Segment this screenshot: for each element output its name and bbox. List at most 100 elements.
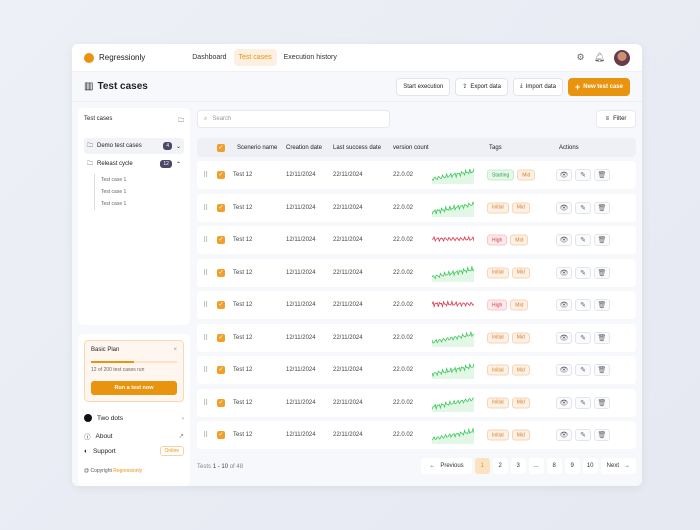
table-row[interactable]: ⠿ ✓ Test 12 12/11/2024 22/11/2024 22.0.0…	[197, 291, 636, 319]
delete-icon[interactable]: 🗑︎	[594, 169, 610, 181]
row-checkbox[interactable]: ✓	[217, 398, 225, 407]
drag-handle-icon[interactable]: ⠿	[203, 431, 208, 439]
start-execution-button[interactable]: Start execution	[396, 77, 451, 96]
delete-icon[interactable]: 🗑︎	[594, 396, 610, 409]
row-checkbox[interactable]: ✓	[217, 203, 225, 212]
chevron-down-icon[interactable]: ⌄	[176, 143, 181, 150]
nav-execution-history[interactable]: Execution history	[279, 49, 342, 66]
row-checkbox[interactable]: ✓	[217, 366, 225, 374]
nav-test-cases[interactable]: Test cases	[233, 49, 277, 66]
add-folder-icon[interactable]: 🗀	[178, 116, 184, 126]
tree-item[interactable]: Test case 1	[101, 198, 184, 210]
drag-handle-icon[interactable]: ⠿	[203, 204, 208, 212]
edit-icon[interactable]: ✎	[575, 429, 591, 441]
edit-icon[interactable]: ✎	[575, 299, 591, 311]
edit-icon[interactable]: ✎	[575, 396, 591, 409]
tree-item[interactable]: Test case 1	[101, 186, 184, 198]
scenario-name[interactable]: Test 12	[233, 172, 252, 178]
row-checkbox[interactable]: ✓	[217, 431, 225, 439]
row-checkbox[interactable]: ✓	[217, 171, 225, 179]
column-header[interactable]: Last success date	[333, 145, 381, 151]
table-row[interactable]: ⠿ ✓ Test 12 12/11/2024 22/11/2024 22.0.0…	[197, 421, 636, 449]
delete-icon[interactable]: 🗑︎	[594, 299, 610, 311]
row-checkbox[interactable]: ✓	[217, 268, 225, 277]
edit-icon[interactable]: ✎	[575, 169, 591, 181]
export-data-button[interactable]: ⇪ Export data	[455, 77, 509, 96]
drag-handle-icon[interactable]: ⠿	[203, 334, 208, 342]
view-icon[interactable]: 👁︎	[556, 169, 572, 181]
delete-icon[interactable]: 🗑︎	[594, 201, 610, 214]
drag-handle-icon[interactable]: ⠿	[203, 269, 208, 277]
next-page-button[interactable]: Next →	[600, 458, 636, 474]
edit-icon[interactable]: ✎	[575, 331, 591, 344]
filter-button[interactable]: ≡ Filter	[596, 110, 636, 128]
row-checkbox[interactable]: ✓	[217, 333, 225, 342]
page-button[interactable]: 9	[564, 458, 580, 474]
view-icon[interactable]: 👁︎	[556, 396, 572, 409]
scenario-name[interactable]: Test 12	[233, 400, 252, 406]
scenario-name[interactable]: Test 12	[233, 205, 252, 211]
drag-handle-icon[interactable]: ⠿	[203, 171, 208, 179]
delete-icon[interactable]: 🗑︎	[594, 234, 610, 246]
edit-icon[interactable]: ✎	[575, 234, 591, 246]
row-checkbox[interactable]: ✓	[217, 301, 225, 309]
table-row[interactable]: ⠿ ✓ Test 12 12/11/2024 22/11/2024 22.0.0…	[197, 226, 636, 254]
table-row[interactable]: ⠿ ✓ Test 12 12/11/2024 22/11/2024 22.0.0…	[197, 161, 636, 189]
edit-icon[interactable]: ✎	[575, 364, 591, 376]
tree-item[interactable]: Test case 1	[101, 174, 184, 186]
delete-icon[interactable]: 🗑︎	[594, 331, 610, 344]
table-row[interactable]: ⠿ ✓ Test 12 12/11/2024 22/11/2024 22.0.0…	[197, 258, 636, 287]
new-test-case-button[interactable]: + New test case	[568, 77, 630, 96]
support-link[interactable]: ◐ Support Online	[84, 446, 184, 456]
scenario-name[interactable]: Test 12	[233, 237, 252, 243]
delete-icon[interactable]: 🗑︎	[594, 364, 610, 376]
column-header[interactable]: Creation date	[286, 145, 322, 151]
table-row[interactable]: ⠿ ✓ Test 12 12/11/2024 22/11/2024 22.0.0…	[197, 356, 636, 384]
folder-release-cycle[interactable]: 🗀 Releast cycle 12 ⌃	[84, 156, 184, 172]
view-icon[interactable]: 👁︎	[556, 429, 572, 441]
close-icon[interactable]: ×	[173, 347, 177, 353]
scenario-name[interactable]: Test 12	[233, 367, 252, 373]
edit-icon[interactable]: ✎	[575, 201, 591, 214]
page-button[interactable]: 1	[474, 458, 490, 474]
edit-icon[interactable]: ✎	[575, 266, 591, 279]
scenario-name[interactable]: Test 12	[233, 302, 252, 308]
view-icon[interactable]: 👁︎	[556, 364, 572, 376]
previous-page-button[interactable]: ← Previous	[421, 458, 472, 474]
delete-icon[interactable]: 🗑︎	[594, 266, 610, 279]
folder-demo-test-cases[interactable]: 🗀 Demo test cases 4 ⌄	[84, 138, 184, 154]
table-row[interactable]: ⠿ ✓ Test 12 12/11/2024 22/11/2024 22.0.0…	[197, 388, 636, 417]
view-icon[interactable]: 👁︎	[556, 331, 572, 344]
row-checkbox[interactable]: ✓	[217, 236, 225, 244]
settings-icon[interactable]: ⚙	[576, 52, 584, 63]
drag-handle-icon[interactable]: ⠿	[203, 301, 208, 309]
page-button[interactable]: 3	[510, 458, 526, 474]
delete-icon[interactable]: 🗑︎	[594, 429, 610, 441]
chevron-up-icon[interactable]: ⌃	[176, 161, 181, 168]
page-button[interactable]: 8	[546, 458, 562, 474]
page-button[interactable]: 10	[582, 458, 598, 474]
scenario-name[interactable]: Test 12	[233, 270, 252, 276]
workspace-switcher[interactable]: Two dots ›	[84, 414, 184, 422]
import-data-button[interactable]: ⤓ Import data	[513, 77, 564, 96]
table-row[interactable]: ⠿ ✓ Test 12 12/11/2024 22/11/2024 22.0.0…	[197, 323, 636, 352]
page-button[interactable]: 2	[492, 458, 508, 474]
bell-icon[interactable]: 🔔︎	[594, 52, 605, 63]
avatar[interactable]	[614, 49, 630, 66]
view-icon[interactable]: 👁︎	[556, 299, 572, 311]
column-header[interactable]: Scenerio name	[237, 145, 277, 151]
drag-handle-icon[interactable]: ⠿	[203, 399, 208, 407]
drag-handle-icon[interactable]: ⠿	[203, 236, 208, 244]
run-test-button[interactable]: Run a test now	[91, 381, 177, 395]
scenario-name[interactable]: Test 12	[233, 335, 252, 341]
search-input[interactable]: ⌕ Search	[197, 110, 390, 128]
drag-handle-icon[interactable]: ⠿	[203, 366, 208, 374]
view-icon[interactable]: 👁︎	[556, 234, 572, 246]
view-icon[interactable]: 👁︎	[556, 201, 572, 214]
table-row[interactable]: ⠿ ✓ Test 12 12/11/2024 22/11/2024 22.0.0…	[197, 193, 636, 222]
nav-dashboard[interactable]: Dashboard	[187, 49, 231, 66]
column-header[interactable]: version count	[393, 145, 429, 151]
view-icon[interactable]: 👁︎	[556, 266, 572, 279]
select-all-checkbox[interactable]: ✓	[217, 143, 225, 152]
scenario-name[interactable]: Test 12	[233, 432, 252, 438]
